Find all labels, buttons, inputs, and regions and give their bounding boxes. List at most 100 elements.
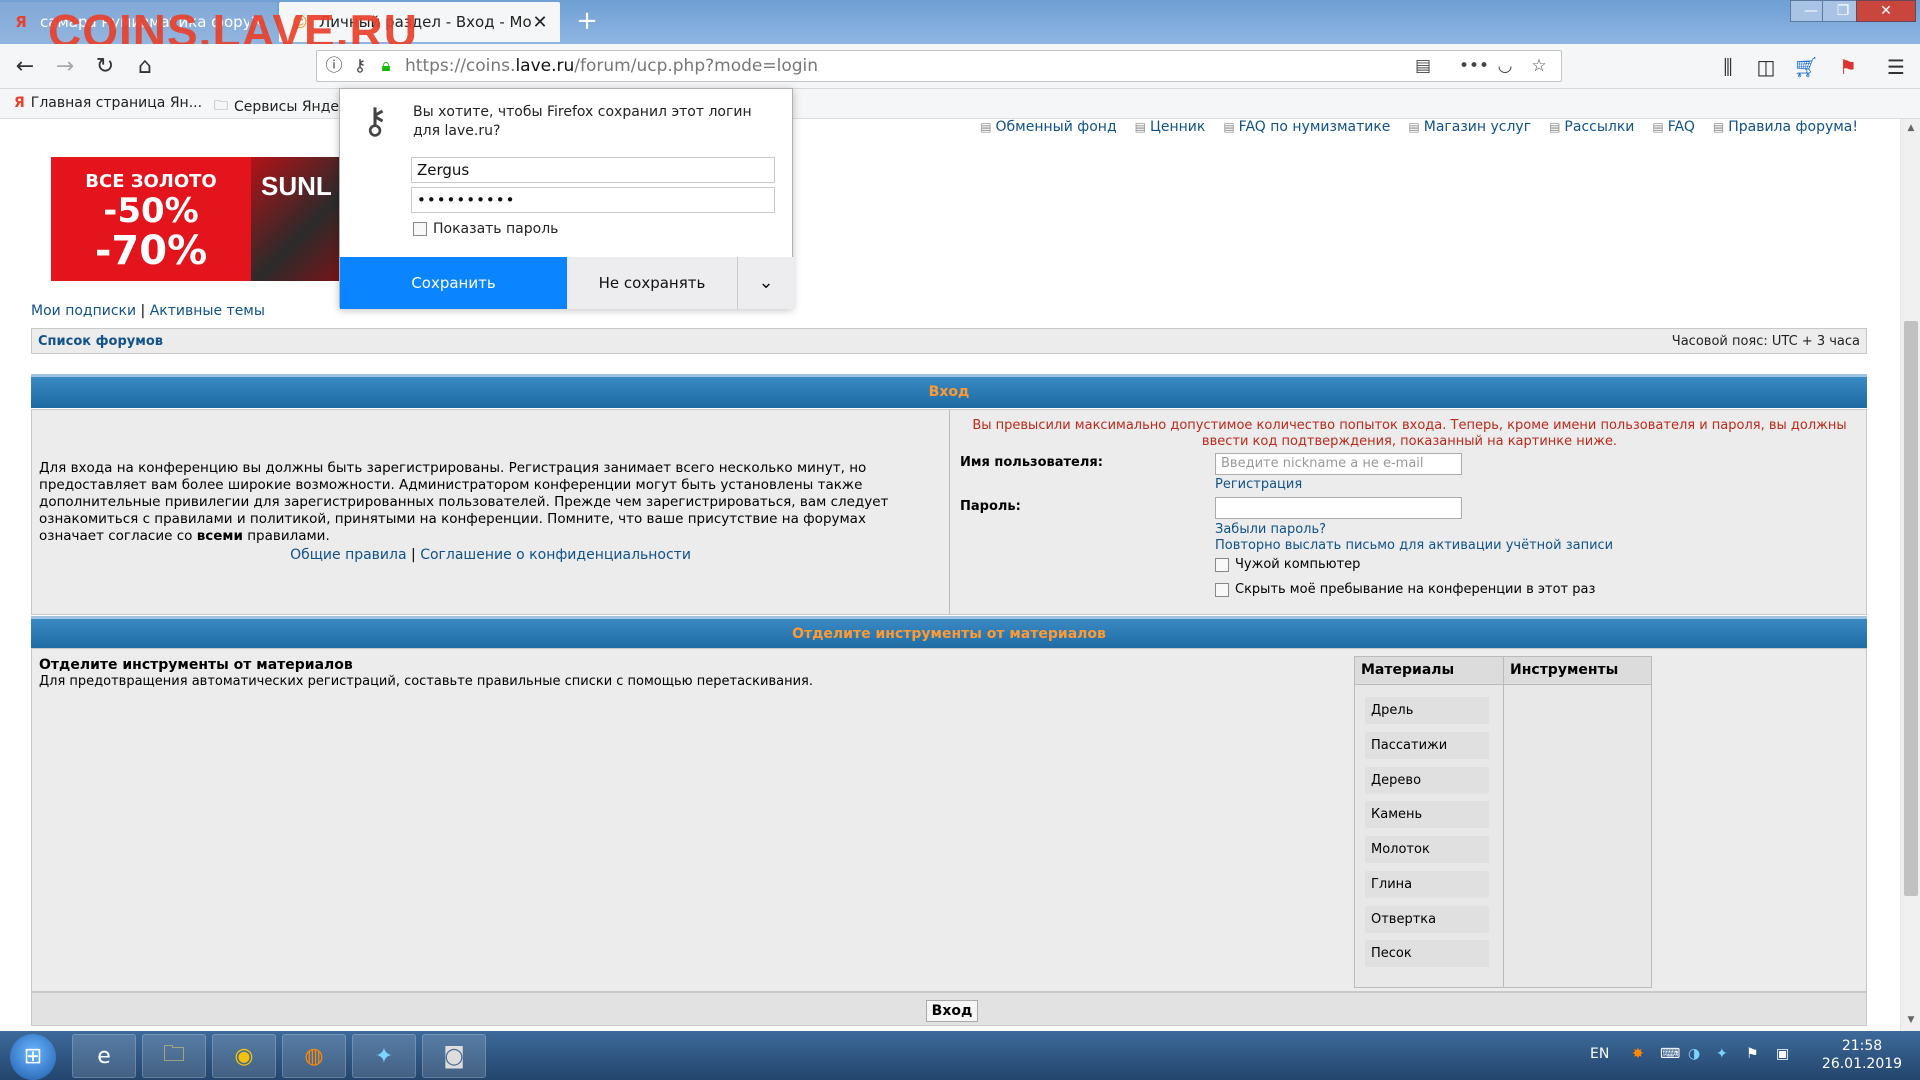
- drag-item[interactable]: Отвертка: [1365, 906, 1489, 933]
- page-scrollbar[interactable]: ▲ ▼: [1900, 119, 1920, 1031]
- login-submit-button[interactable]: Вход: [926, 1000, 978, 1022]
- pocket-icon[interactable]: ◡: [1493, 54, 1517, 78]
- popup-message: Вы хотите, чтобы Firefox сохранил этот л…: [413, 104, 752, 139]
- link-exchange[interactable]: ▤ Обменный фонд: [980, 119, 1116, 135]
- tray-app2-icon[interactable]: ✦: [1716, 1046, 1728, 1062]
- popup-username-field[interactable]: Zergus: [411, 157, 775, 183]
- popup-password-field[interactable]: ••••••••••: [411, 187, 775, 213]
- key-icon: ⚷: [361, 101, 389, 142]
- chrome-icon[interactable]: ◉: [212, 1034, 276, 1078]
- login-header: Вход: [31, 374, 1867, 408]
- resend-activation-link[interactable]: Повторно выслать письмо для активации уч…: [1215, 538, 1613, 553]
- drag-item[interactable]: Пассатижи: [1365, 732, 1489, 759]
- hide-online-option[interactable]: Скрыть моё пребывание на конференции в э…: [1215, 582, 1595, 597]
- link-mailings[interactable]: ▤ Рассылки: [1549, 119, 1634, 135]
- active-topics-link[interactable]: Активные темы: [150, 303, 265, 319]
- key-icon[interactable]: ⚷: [348, 54, 372, 78]
- show-password-option[interactable]: Показать пароль: [413, 221, 558, 237]
- banner-brand: SUNL: [261, 171, 332, 201]
- home-icon[interactable]: ⌂: [130, 52, 160, 82]
- privacy-link[interactable]: Соглашение о конфиденциальности: [420, 547, 691, 563]
- tray-skype-icon[interactable]: ◑: [1688, 1046, 1700, 1062]
- captcha-title: Отделите инструменты от материалов: [39, 657, 353, 673]
- scroll-thumb[interactable]: [1904, 321, 1918, 896]
- breadcrumb[interactable]: Список форумов: [38, 334, 163, 349]
- my-subscriptions-link[interactable]: Мои подписки: [31, 303, 136, 319]
- bookmark-star-icon[interactable]: ☆: [1527, 54, 1551, 78]
- link-shop[interactable]: ▤ Магазин услуг: [1408, 119, 1531, 135]
- separator: |: [406, 547, 421, 563]
- hide-online-checkbox[interactable]: [1215, 582, 1229, 597]
- drag-item[interactable]: Дерево: [1365, 767, 1489, 794]
- drag-item[interactable]: Молоток: [1365, 836, 1489, 863]
- tray-app-icon[interactable]: ✸: [1632, 1046, 1644, 1062]
- language-indicator[interactable]: EN: [1590, 1046, 1609, 1062]
- info-icon[interactable]: ⓘ: [322, 54, 346, 78]
- cart-icon[interactable]: 🛒︎: [1792, 53, 1820, 81]
- drag-item[interactable]: Песок: [1365, 940, 1489, 967]
- foreign-computer-checkbox[interactable]: [1215, 557, 1229, 572]
- tray-network-icon[interactable]: ⌨: [1660, 1046, 1680, 1062]
- bookmark-yandex[interactable]: Я Главная страница Ян...: [14, 95, 202, 111]
- drag-item[interactable]: Дрель: [1365, 697, 1489, 724]
- clock[interactable]: 21:58 26.01.2019: [1817, 1037, 1907, 1073]
- yandex-icon: Я: [15, 13, 27, 31]
- separator: |: [136, 303, 150, 319]
- reader-view-icon[interactable]: ▤: [1411, 54, 1435, 78]
- password-label: Пароль:: [960, 499, 1021, 514]
- foreign-computer-option[interactable]: Чужой компьютер: [1215, 557, 1360, 572]
- action-center-flag-icon[interactable]: ⚑: [1746, 1046, 1759, 1062]
- link-rules[interactable]: ▤ Правила форума!: [1713, 119, 1858, 135]
- scroll-up-icon[interactable]: ▲: [1905, 123, 1917, 135]
- ie-icon[interactable]: e: [72, 1034, 136, 1078]
- network-icon[interactable]: ▣: [1776, 1046, 1789, 1062]
- sidebar-icon[interactable]: ◫: [1752, 53, 1780, 81]
- breadcrumb-bar: Список форумов Часовой пояс: UTC + 3 час…: [31, 328, 1867, 354]
- explorer-icon[interactable]: 🗀: [142, 1034, 206, 1078]
- reload-icon[interactable]: ↻: [90, 52, 120, 82]
- ad-banner[interactable]: ВСЕ ЗОЛОТО -50% -70% SUNL: [51, 157, 341, 281]
- new-tab-button[interactable]: +: [572, 6, 602, 36]
- bookmark-yandex-services[interactable]: 🗀 Сервисы Янде: [214, 95, 339, 119]
- menu-icon[interactable]: ☰: [1882, 53, 1910, 81]
- media-icon[interactable]: ◙: [422, 1034, 486, 1078]
- username-label: Имя пользователя:: [960, 455, 1103, 470]
- close-icon[interactable]: ✕: [532, 12, 548, 33]
- back-icon[interactable]: ←: [10, 52, 40, 82]
- forward-icon[interactable]: →: [50, 52, 80, 82]
- general-rules-link[interactable]: Общие правила: [290, 547, 407, 563]
- library-icon[interactable]: ⫼: [1714, 53, 1742, 81]
- url-bar[interactable]: ⓘ ⚷ 🔒︎ https://coins.lave.ru/forum/ucp.p…: [316, 50, 1562, 82]
- password-input[interactable]: [1215, 497, 1462, 519]
- register-link[interactable]: Регистрация: [1215, 477, 1302, 492]
- captcha-header: Отделите инструменты от материалов: [31, 616, 1867, 650]
- more-actions-icon[interactable]: •••: [1459, 54, 1489, 78]
- chevron-down-icon[interactable]: ⌄: [737, 257, 794, 309]
- flag-icon[interactable]: ⚑: [1834, 53, 1862, 81]
- link-faq[interactable]: ▤ FAQ: [1652, 119, 1694, 135]
- username-input[interactable]: Введите nickname а не e-mail: [1215, 453, 1462, 475]
- window-close-button[interactable]: ✕: [1856, 0, 1916, 22]
- drag-item[interactable]: Глина: [1365, 871, 1489, 898]
- lock-icon[interactable]: 🔒︎: [374, 54, 398, 78]
- drag-item[interactable]: Камень: [1365, 801, 1489, 828]
- url-text[interactable]: https://coins.lave.ru/forum/ucp.php?mode…: [405, 56, 818, 76]
- scroll-down-icon[interactable]: ▼: [1905, 1015, 1917, 1027]
- banner-line1: ВСЕ ЗОЛОТО: [85, 171, 217, 192]
- firefox-icon[interactable]: ◍: [282, 1034, 346, 1078]
- dont-save-button[interactable]: Не сохранять: [567, 257, 737, 309]
- title-bar: Я самара нумизматика форум ✕ ☺ Личный ра…: [0, 0, 1920, 54]
- bookmarks-bar: Я Главная страница Ян... 🗀 Сервисы Янде: [0, 89, 1920, 119]
- app-icon[interactable]: ✦: [352, 1034, 416, 1078]
- checkbox-label: Скрыть моё пребывание на конференции в э…: [1235, 582, 1596, 597]
- rules-links: Общие правила | Соглашение о конфиденциа…: [32, 547, 949, 563]
- forgot-password-link[interactable]: Забыли пароль?: [1215, 522, 1326, 537]
- show-password-checkbox[interactable]: [413, 222, 427, 236]
- save-button[interactable]: Сохранить: [340, 257, 567, 309]
- timezone-text: Часовой пояс: UTC + 3 часа: [1671, 334, 1860, 349]
- link-faq-numismatics[interactable]: ▤ FAQ по нумизматике: [1223, 119, 1390, 135]
- link-price[interactable]: ▤ Ценник: [1135, 119, 1206, 135]
- start-button[interactable]: ⊞: [10, 1034, 56, 1080]
- bookmark-label: Сервисы Янде: [234, 99, 339, 115]
- captcha-panel: Отделите инструменты от материалов Для п…: [31, 648, 1867, 992]
